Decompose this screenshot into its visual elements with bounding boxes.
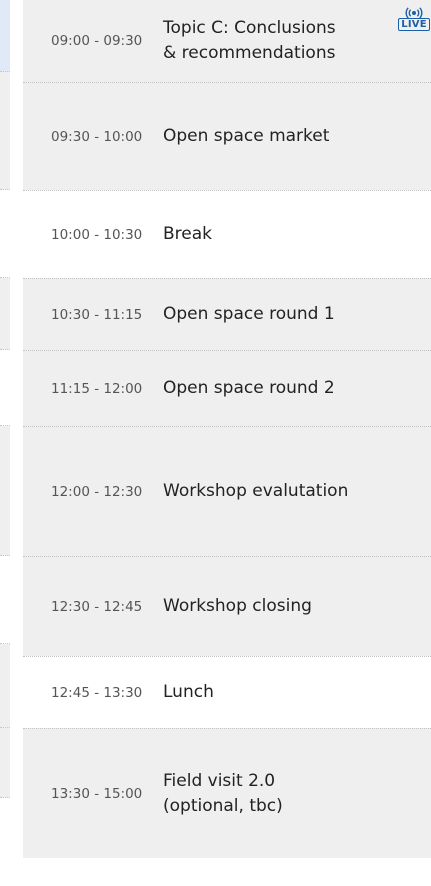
item-title: Open space round 2 (163, 378, 335, 399)
schedule-item-lunch[interactable]: 12:45 - 13:30 Lunch (23, 656, 431, 728)
item-time: 12:00 - 12:30 (51, 483, 143, 500)
item-time: 13:30 - 15:00 (51, 785, 143, 802)
item-time: 12:30 - 12:45 (51, 598, 143, 615)
item-title: Open space market (163, 126, 330, 147)
broadcast-icon (405, 7, 423, 18)
previous-day-slot[interactable] (0, 0, 10, 72)
agenda-page: 09:00 - 09:30 Topic C: Conclusions & rec… (0, 0, 431, 886)
item-title-line1: Topic C: Conclusions (163, 18, 336, 39)
item-time: 10:30 - 11:15 (51, 306, 143, 323)
live-badge: LIVE (397, 7, 431, 31)
list-bottom-spacer (23, 858, 431, 886)
schedule-item-workshop-closing[interactable]: 12:30 - 12:45 Workshop closing (23, 556, 431, 656)
previous-day-slot[interactable] (0, 190, 10, 278)
item-title: Workshop evalutation (163, 481, 349, 502)
item-title: Topic C: Conclusions & recommendations (163, 16, 431, 65)
item-title: Open space round 1 (163, 304, 335, 325)
item-title: Field visit 2.0 (optional, tbc) (163, 769, 431, 818)
schedule-item-topic-c[interactable]: 09:00 - 09:30 Topic C: Conclusions & rec… (23, 0, 431, 82)
previous-day-slot[interactable] (0, 556, 10, 644)
schedule-item-workshop-evaluation[interactable]: 12:00 - 12:30 Workshop evalutation (23, 426, 431, 556)
schedule-item-open-space-market[interactable]: 09:30 - 10:00 Open space market (23, 82, 431, 190)
item-time: 09:30 - 10:00 (51, 128, 143, 145)
item-time: 10:00 - 10:30 (51, 226, 143, 243)
previous-day-slot[interactable] (0, 278, 10, 350)
previous-day-slot[interactable] (0, 72, 10, 190)
schedule-item-break[interactable]: 10:00 - 10:30 Break (23, 190, 431, 278)
schedule-item-open-space-round-1[interactable]: 10:30 - 11:15 Open space round 1 (23, 278, 431, 350)
previous-day-slot[interactable] (0, 350, 10, 426)
previous-day-slot[interactable] (0, 426, 10, 556)
schedule-list: 09:00 - 09:30 Topic C: Conclusions & rec… (23, 0, 431, 886)
item-title: Workshop closing (163, 596, 312, 617)
item-title-line2: & recommendations (163, 43, 336, 63)
live-label: LIVE (398, 18, 430, 31)
item-time: 11:15 - 12:00 (51, 380, 143, 397)
schedule-item-open-space-round-2[interactable]: 11:15 - 12:00 Open space round 2 (23, 350, 431, 426)
item-time: 12:45 - 13:30 (51, 684, 143, 701)
previous-day-slot[interactable] (0, 644, 10, 728)
item-time: 09:00 - 09:30 (51, 33, 143, 49)
previous-day-column (0, 0, 10, 886)
previous-day-slot[interactable] (0, 728, 10, 798)
item-title-line2: (optional, tbc) (163, 795, 283, 816)
item-title-line1: Field visit 2.0 (163, 770, 276, 791)
schedule-item-field-visit[interactable]: 13:30 - 15:00 Field visit 2.0 (optional,… (23, 728, 431, 858)
item-title: Break (163, 224, 212, 245)
item-title: Lunch (163, 682, 214, 703)
